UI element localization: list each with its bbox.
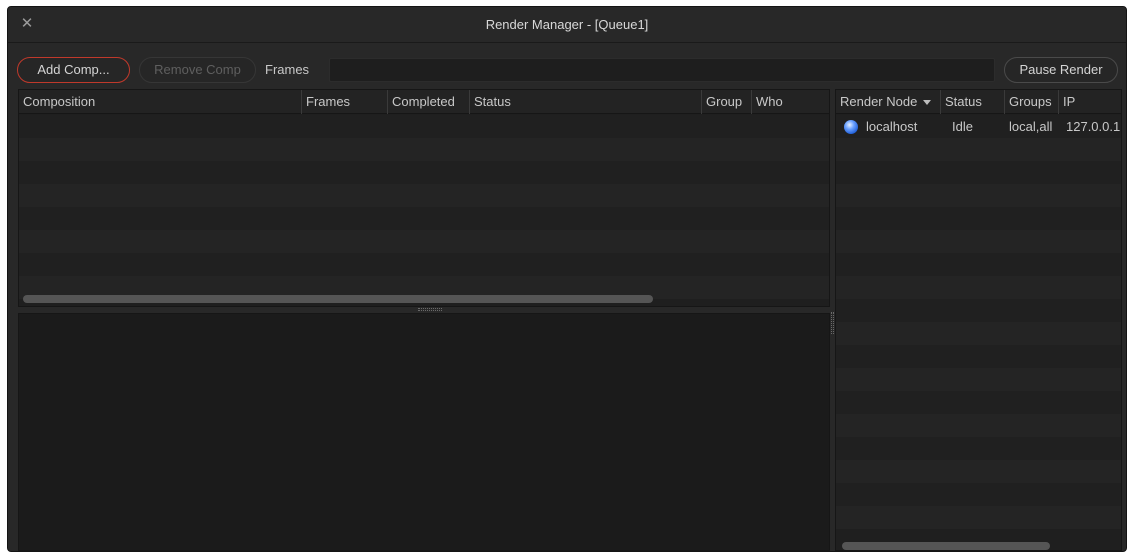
render-node-status: Idle <box>952 119 973 134</box>
node-status-icon <box>844 120 858 134</box>
render-node-groups: local,all <box>1009 119 1053 134</box>
table-row <box>19 184 829 207</box>
vertical-splitter-handle[interactable] <box>831 312 834 334</box>
column-header-ip[interactable]: IP <box>1058 90 1121 114</box>
column-header-completed[interactable]: Completed <box>387 90 469 114</box>
column-header-who[interactable]: Who <box>751 90 829 114</box>
column-header-render-node-label: Render Node <box>840 94 918 109</box>
render-node-name: localhost <box>866 119 918 134</box>
composition-rows <box>19 115 829 299</box>
title-bar: ✕ Render Manager - [Queue1] <box>8 7 1126 43</box>
render-log-panel <box>18 313 830 551</box>
column-header-node-status[interactable]: Status <box>940 90 1004 114</box>
table-row <box>19 138 829 161</box>
render-node-ip: 127.0.0.1 <box>1066 119 1121 134</box>
pause-render-button[interactable]: Pause Render <box>1004 57 1118 83</box>
frames-field[interactable] <box>329 58 995 82</box>
add-comp-button[interactable]: Add Comp... <box>17 57 130 83</box>
render-manager-window: ✕ Render Manager - [Queue1] Add Comp... … <box>7 6 1127 552</box>
remove-comp-button[interactable]: Remove Comp <box>139 57 256 83</box>
column-header-group[interactable]: Group <box>701 90 751 114</box>
render-node-horizontal-scrollbar[interactable] <box>842 542 1050 550</box>
window-title: Render Manager - [Queue1] <box>485 17 649 32</box>
table-row <box>19 230 829 253</box>
column-header-composition[interactable]: Composition <box>19 90 301 114</box>
toolbar: Add Comp... Remove Comp Frames Pause Ren… <box>8 43 1126 89</box>
table-row <box>19 253 829 276</box>
composition-table-header: Composition Frames Completed Status Grou… <box>19 90 829 114</box>
horizontal-splitter-handle[interactable] <box>418 308 442 311</box>
composition-table: Composition Frames Completed Status Grou… <box>18 89 830 307</box>
column-header-frames[interactable]: Frames <box>301 90 387 114</box>
render-node-table-header: Render Node Status Groups IP <box>836 90 1121 114</box>
render-node-rows <box>836 115 1121 529</box>
column-header-status[interactable]: Status <box>469 90 701 114</box>
render-node-table: Render Node Status Groups IP localhost I… <box>835 89 1122 551</box>
table-row <box>19 161 829 184</box>
column-header-render-node[interactable]: Render Node <box>836 90 940 114</box>
composition-horizontal-scrollbar[interactable] <box>23 295 653 303</box>
frames-label: Frames <box>265 62 310 77</box>
column-header-groups[interactable]: Groups <box>1004 90 1058 114</box>
table-row <box>19 207 829 230</box>
render-node-row[interactable]: localhost Idle local,all 127.0.0.1 <box>836 115 1121 138</box>
sort-descending-icon <box>923 100 932 106</box>
table-row <box>19 115 829 138</box>
